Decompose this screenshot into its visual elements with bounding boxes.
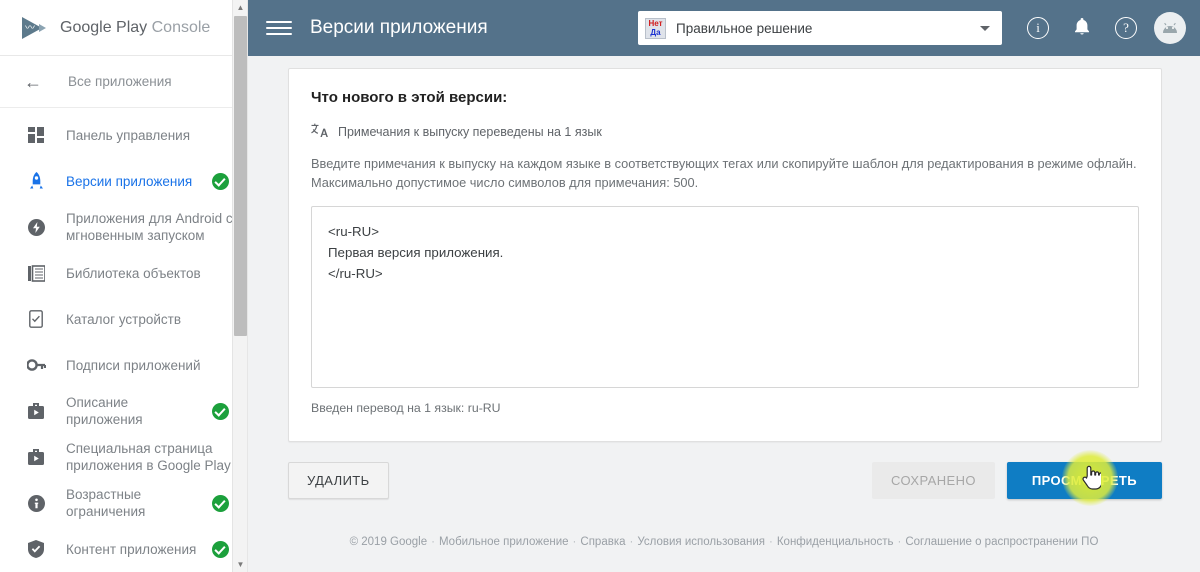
sidebar-back-label: Все приложения bbox=[68, 74, 172, 89]
sidebar-item-store-listing[interactable]: Описание приложения bbox=[0, 388, 247, 434]
hamburger-menu-icon[interactable] bbox=[266, 17, 292, 39]
store-listing-icon bbox=[24, 402, 48, 420]
shield-check-icon bbox=[24, 540, 48, 558]
preview-button-wrapper: ПРОСМОТРЕТЬ bbox=[1006, 450, 1162, 506]
custom-listing-icon bbox=[24, 448, 48, 466]
app-selector-value: Правильное решение bbox=[676, 20, 813, 36]
brand-header[interactable]: 〰 Google Play Console bbox=[0, 0, 247, 56]
sidebar-item-label: Приложения для Android с мгновенным запу… bbox=[66, 211, 233, 243]
content-area: Что нового в этой версии: Примечания к в… bbox=[248, 56, 1200, 572]
status-check-icon bbox=[212, 540, 229, 558]
footer-separator: · bbox=[629, 536, 634, 548]
brand-title-bold: Google Play bbox=[60, 18, 148, 36]
description-line-1: Введите примечания к выпуску на каждом я… bbox=[311, 156, 1137, 171]
app-icon-pravilnoe-reshenie-icon: Нет Да bbox=[645, 17, 666, 39]
release-notes-textarea[interactable]: <ru-RU> Первая версия приложения. </ru-R… bbox=[311, 206, 1139, 388]
app-icon-text-bottom: Да bbox=[650, 27, 661, 37]
status-check-icon bbox=[212, 172, 229, 190]
card-title: Что нового в этой версии: bbox=[311, 89, 508, 106]
google-play-console-logo-icon: 〰 bbox=[22, 16, 48, 39]
sidebar-item-label: Каталог устройств bbox=[66, 311, 182, 327]
avatar[interactable] bbox=[1154, 12, 1186, 44]
sidebar-item-dashboard[interactable]: Панель управления bbox=[0, 112, 247, 158]
footer-link-distribution-agreement[interactable]: Соглашение о распространении ПО bbox=[905, 536, 1098, 548]
footer-link-help[interactable]: Справка bbox=[580, 536, 625, 548]
translated-status-row: Примечания к выпуску переведены на 1 язы… bbox=[311, 123, 1139, 141]
arrow-left-icon: ← bbox=[24, 71, 42, 92]
help-circle-icon: ? bbox=[1115, 17, 1137, 39]
sidebar-item-custom-store-listing[interactable]: Специальная страница приложения в Google… bbox=[0, 434, 247, 480]
chevron-down-icon[interactable] bbox=[980, 25, 990, 31]
notifications-button[interactable] bbox=[1067, 13, 1097, 43]
translation-note: Введен перевод на 1 язык: ru-RU bbox=[311, 401, 501, 415]
scrollbar-down-arrow-icon[interactable]: ▼ bbox=[233, 557, 247, 572]
main-area: Версии приложения Нет Да Правильное реше… bbox=[248, 0, 1200, 572]
info-circle-icon: i bbox=[1027, 17, 1049, 39]
footer-link-terms[interactable]: Условия использования bbox=[637, 536, 765, 548]
brand-title-light: Console bbox=[151, 18, 211, 36]
sidebar-item-label: Библиотека объектов bbox=[66, 265, 201, 281]
saved-button: СОХРАНЕНО bbox=[871, 462, 995, 499]
sidebar-item-label: Подписи приложений bbox=[66, 357, 201, 373]
footer-separator: · bbox=[769, 536, 773, 548]
footer-separator: · bbox=[897, 536, 902, 548]
sidebar: 〰 Google Play Console ← Все приложения П… bbox=[0, 0, 248, 572]
sidebar-item-content-rating[interactable]: Возрастные ограничения bbox=[0, 480, 247, 526]
preview-button[interactable]: ПРОСМОТРЕТЬ bbox=[1006, 462, 1162, 499]
footer-separator: · bbox=[572, 536, 577, 548]
rocket-icon bbox=[24, 172, 48, 190]
translate-icon bbox=[311, 123, 329, 141]
sidebar-item-label: Специальная страница приложения в Google… bbox=[66, 441, 231, 473]
sidebar-item-label: Версии приложения bbox=[66, 173, 193, 189]
instant-apps-icon bbox=[24, 218, 48, 236]
brand-title: Google Play Console bbox=[60, 19, 210, 37]
sidebar-item-app-content[interactable]: Контент приложения bbox=[0, 526, 247, 572]
release-notes-card: Что нового в этой версии: Примечания к в… bbox=[288, 68, 1162, 442]
help-button[interactable]: ? bbox=[1111, 13, 1141, 43]
status-check-icon bbox=[212, 402, 229, 420]
sidebar-back-all-apps[interactable]: ← Все приложения bbox=[0, 56, 247, 108]
card-actions: УДАЛИТЬ СОХРАНЕНО ПРОСМОТРЕТЬ bbox=[288, 450, 1162, 506]
footer: © 2019 Google · Мобильное приложение · Справ… bbox=[248, 522, 1200, 558]
info-button[interactable]: i bbox=[1023, 13, 1053, 43]
notifications-bell-icon bbox=[1074, 17, 1090, 39]
app-selector[interactable]: Нет Да Правильное решение bbox=[638, 11, 1002, 45]
android-avatar-icon bbox=[1161, 20, 1179, 36]
delete-button[interactable]: УДАЛИТЬ bbox=[288, 462, 389, 499]
sidebar-item-label: Панель управления bbox=[66, 127, 191, 143]
release-notes-description: Введите примечания к выпуску на каждом я… bbox=[311, 154, 1139, 192]
key-icon bbox=[24, 359, 48, 371]
sidebar-item-label: Описание приложения bbox=[66, 395, 143, 427]
sidebar-item-instant-apps[interactable]: Приложения для Android с мгновенным запу… bbox=[0, 204, 247, 250]
library-icon bbox=[24, 264, 48, 282]
app-root: 〰 Google Play Console ← Все приложения П… bbox=[0, 0, 1200, 572]
app-icon-text-top: Нет bbox=[648, 18, 663, 28]
device-catalog-icon bbox=[24, 310, 48, 328]
scrollbar-thumb[interactable] bbox=[234, 16, 247, 336]
sidebar-scrollbar[interactable]: ▲ ▼ bbox=[232, 0, 247, 572]
sidebar-item-label: Возрастные ограничения bbox=[66, 487, 146, 519]
footer-copyright: © 2019 Google bbox=[349, 536, 428, 548]
page-title: Версии приложения bbox=[310, 17, 488, 38]
topbar: Версии приложения Нет Да Правильное реше… bbox=[248, 0, 1200, 56]
description-line-2: Максимально допустимое число символов дл… bbox=[311, 175, 699, 190]
content-rating-icon bbox=[24, 494, 48, 512]
footer-link-mobile-app[interactable]: Мобильное приложение bbox=[439, 536, 569, 548]
sidebar-item-device-catalog[interactable]: Каталог устройств bbox=[0, 296, 247, 342]
sidebar-nav: Панель управления Версии приложения Прил… bbox=[0, 108, 247, 572]
footer-link-privacy[interactable]: Конфиденциальность bbox=[777, 536, 894, 548]
sidebar-item-app-signing[interactable]: Подписи приложений bbox=[0, 342, 247, 388]
footer-separator: · bbox=[431, 536, 435, 548]
scrollbar-up-arrow-icon[interactable]: ▲ bbox=[233, 0, 247, 15]
dashboard-icon bbox=[24, 126, 48, 144]
sidebar-item-app-releases[interactable]: Версии приложения bbox=[0, 158, 247, 204]
sidebar-item-label: Контент приложения bbox=[66, 541, 197, 557]
sidebar-item-artifact-library[interactable]: Библиотека объектов bbox=[0, 250, 247, 296]
translated-status-label: Примечания к выпуску переведены на 1 язы… bbox=[338, 125, 602, 139]
status-check-icon bbox=[212, 494, 229, 512]
